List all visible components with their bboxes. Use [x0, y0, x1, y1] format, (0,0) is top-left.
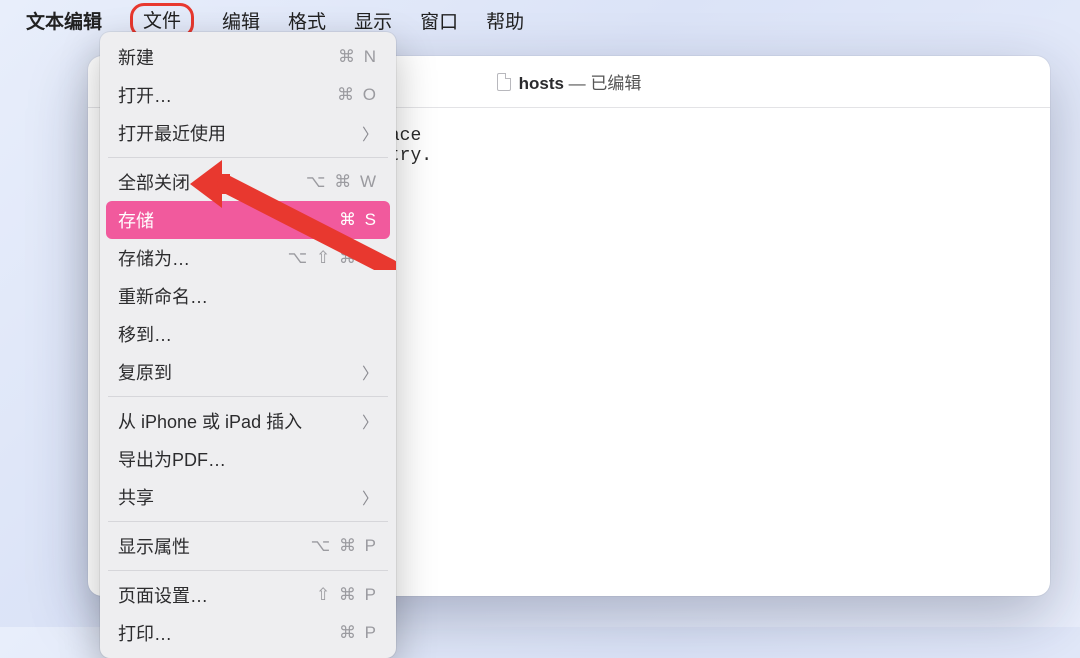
shortcut-label: ⌥ ⇧ ⌘ S: [288, 248, 378, 268]
menu-item-print[interactable]: 打印…⌘ P: [106, 614, 390, 652]
menu-item-save[interactable]: 存储⌘ S: [106, 201, 390, 239]
menu-item-open[interactable]: 打开…⌘ O: [106, 76, 390, 114]
menu-edit[interactable]: 编辑: [222, 7, 260, 34]
shortcut-label: ⌘ S: [339, 210, 378, 230]
menu-separator: [108, 570, 388, 571]
menu-item-close-all[interactable]: 全部关闭⌥ ⌘ W: [106, 163, 390, 201]
menu-item-revert-to[interactable]: 复原到〉: [106, 353, 390, 391]
menu-item-show-properties[interactable]: 显示属性⌥ ⌘ P: [106, 527, 390, 565]
file-menu-dropdown: 新建⌘ N 打开…⌘ O 打开最近使用〉 全部关闭⌥ ⌘ W 存储⌘ S 存储为…: [100, 32, 396, 658]
menu-separator: [108, 157, 388, 158]
menu-help[interactable]: 帮助: [486, 7, 524, 34]
menu-item-export-pdf[interactable]: 导出为PDF…: [106, 440, 390, 478]
menu-item-save-as[interactable]: 存储为…⌥ ⇧ ⌘ S: [106, 239, 390, 277]
chevron-right-icon: 〉: [362, 360, 378, 384]
shortcut-label: ⌥ ⌘ P: [311, 536, 378, 556]
menu-separator: [108, 396, 388, 397]
document-icon: [497, 73, 511, 91]
shortcut-label: ⇧ ⌘ P: [316, 585, 378, 605]
menu-item-insert-from-device[interactable]: 从 iPhone 或 iPad 插入〉: [106, 402, 390, 440]
shortcut-label: ⌥ ⌘ W: [306, 172, 378, 192]
window-title: hosts — 已编辑: [519, 69, 642, 94]
app-name: 文本编辑: [26, 7, 102, 34]
shortcut-label: ⌘ O: [337, 85, 378, 105]
menu-item-move-to[interactable]: 移到…: [106, 315, 390, 353]
shortcut-label: ⌘ P: [339, 623, 378, 643]
menu-separator: [108, 521, 388, 522]
menu-item-rename[interactable]: 重新命名…: [106, 277, 390, 315]
chevron-right-icon: 〉: [362, 409, 378, 433]
menu-item-open-recent[interactable]: 打开最近使用〉: [106, 114, 390, 152]
shortcut-label: ⌘ N: [338, 47, 378, 67]
chevron-right-icon: 〉: [362, 121, 378, 145]
menu-item-share[interactable]: 共享〉: [106, 478, 390, 516]
menu-view[interactable]: 显示: [354, 7, 392, 34]
menu-window[interactable]: 窗口: [420, 7, 458, 34]
menu-item-new[interactable]: 新建⌘ N: [106, 38, 390, 76]
menu-item-page-setup[interactable]: 页面设置…⇧ ⌘ P: [106, 576, 390, 614]
menu-format[interactable]: 格式: [288, 7, 326, 34]
chevron-right-icon: 〉: [362, 485, 378, 509]
